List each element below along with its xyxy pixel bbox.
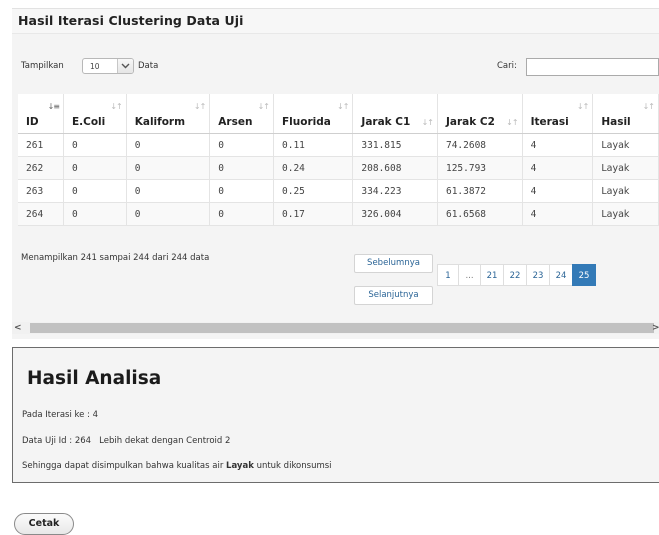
table-row: 262 0 0 0 0.24 208.608 125.793 4 Layak	[18, 156, 659, 180]
cell-kaliform: 0	[126, 179, 211, 203]
cell-ecoli: 0	[63, 202, 127, 226]
sort-icon: ↓↑	[257, 102, 270, 111]
cell-hasil: Layak	[592, 156, 659, 180]
cell-id: 264	[18, 202, 64, 226]
cell-jarak-c2: 125.793	[437, 156, 523, 180]
cell-fluorida: 0.25	[273, 179, 354, 203]
panel-title: Hasil Iterasi Clustering Data Uji	[18, 13, 244, 28]
cell-iterasi: 4	[522, 133, 594, 157]
analysis-title: Hasil Analisa	[27, 368, 162, 389]
sort-icon: ↓↑	[337, 102, 349, 111]
cell-kaliform: 0	[126, 156, 211, 180]
next-page-button[interactable]: Selanjutnya	[354, 286, 433, 305]
cell-ecoli: 0	[63, 133, 127, 157]
cell-arsen: 0	[209, 133, 274, 157]
cell-jarak-c2: 61.3872	[437, 179, 523, 203]
cell-jarak-c2: 74.2608	[437, 133, 523, 157]
table-row: 263 0 0 0 0.25 334.223 61.3872 4 Layak	[18, 179, 659, 203]
cell-iterasi: 4	[522, 156, 594, 180]
cell-jarak-c2: 61.6568	[437, 202, 523, 226]
cell-hasil: Layak	[592, 133, 659, 157]
sort-icon: ↓↑	[506, 118, 518, 127]
chevron-down-icon[interactable]	[117, 59, 133, 73]
scroll-right-icon[interactable]: >	[652, 322, 659, 334]
page-button-24[interactable]: 24	[549, 264, 573, 286]
cell-arsen: 0	[209, 202, 274, 226]
column-header-hasil[interactable]: ↓↑ Hasil	[592, 94, 659, 134]
show-entries-suffix: Data	[138, 61, 159, 71]
page-button-21[interactable]: 21	[480, 264, 504, 286]
table-row: 261 0 0 0 0.11 331.815 74.2608 4 Layak	[18, 133, 659, 157]
data-id-line: Data Uji Id : 264 Lebih dekat dengan Cen…	[22, 436, 230, 446]
page-button-25[interactable]: 25	[572, 264, 596, 286]
cell-hasil: Layak	[592, 202, 659, 226]
column-header-iterasi[interactable]: ↓↑ Iterasi	[522, 94, 594, 134]
page-button-1[interactable]: 1	[437, 264, 459, 286]
sort-icon: ↓↑	[642, 102, 655, 111]
conclusion-line: Sehingga dapat disimpulkan bahwa kualita…	[22, 461, 332, 471]
search-input[interactable]	[526, 58, 659, 76]
cell-id: 262	[18, 156, 64, 180]
cell-hasil: Layak	[592, 179, 659, 203]
sort-icon: ↓↑	[421, 118, 434, 127]
previous-page-button[interactable]: Sebelumnya	[354, 254, 433, 273]
page-button-22[interactable]: 22	[503, 264, 527, 286]
cell-fluorida: 0.17	[273, 202, 354, 226]
column-header-kaliform[interactable]: ↓↑ Kaliform	[126, 94, 211, 134]
centroid-text: Lebih dekat dengan Centroid 2	[99, 436, 231, 446]
page-button-23[interactable]: 23	[526, 264, 550, 286]
sort-icon: ↓↑	[110, 102, 122, 111]
scrollbar-thumb[interactable]	[30, 323, 654, 333]
table-header-row: ↓≡ ID ↓↑ E.Coli ↓↑ Kaliform ↓↑ Arsen ↓↑ Fluor…	[18, 94, 659, 134]
cell-iterasi: 4	[522, 202, 594, 226]
pagination: 1 ... 21 22 23 24 25	[437, 264, 596, 286]
cell-jarak-c1: 334.223	[352, 179, 438, 203]
cell-arsen: 0	[209, 179, 274, 203]
cell-arsen: 0	[209, 156, 274, 180]
data-table: ↓≡ ID ↓↑ E.Coli ↓↑ Kaliform ↓↑ Arsen ↓↑ Fluor…	[18, 94, 659, 226]
analysis-panel: Hasil Analisa Pada Iterasi ke : 4 Data U…	[12, 347, 659, 483]
cell-fluorida: 0.11	[273, 133, 354, 157]
cell-jarak-c1: 331.815	[352, 133, 438, 157]
cell-ecoli: 0	[63, 179, 127, 203]
cell-fluorida: 0.24	[273, 156, 354, 180]
show-entries-label: Tampilkan	[21, 61, 64, 71]
cell-kaliform: 0	[126, 202, 211, 226]
column-header-fluorida[interactable]: ↓↑ Fluorida	[273, 94, 354, 134]
iteration-line: Pada Iterasi ke : 4	[22, 410, 99, 420]
table-row: 264 0 0 0 0.17 326.004 61.6568 4 Layak	[18, 202, 659, 226]
conclusion-result: Layak	[226, 461, 254, 471]
column-header-jarak-c2[interactable]: ↓↑ Jarak C2	[437, 94, 523, 134]
cell-ecoli: 0	[63, 156, 127, 180]
print-button[interactable]: Cetak	[14, 513, 74, 535]
cell-id: 261	[18, 133, 64, 157]
page-ellipsis: ...	[458, 264, 481, 286]
conclusion-text: Sehingga dapat disimpulkan bahwa kualita…	[22, 461, 224, 471]
sort-icon: ↓↑	[576, 102, 589, 111]
cell-kaliform: 0	[126, 133, 211, 157]
cell-iterasi: 4	[522, 179, 594, 203]
page-length-select[interactable]: 10	[82, 58, 134, 74]
scroll-left-icon[interactable]: <	[14, 322, 22, 334]
column-header-id[interactable]: ↓≡ ID	[18, 94, 64, 134]
page-length-value: 10	[90, 62, 100, 71]
sort-icon: ↓↑	[193, 102, 206, 111]
search-label: Cari:	[497, 61, 517, 71]
cell-jarak-c1: 208.608	[352, 156, 438, 180]
pagination-info: Menampilkan 241 sampai 244 dari 244 data	[21, 253, 210, 263]
conclusion-suffix: untuk dikonsumsi	[256, 461, 332, 471]
horizontal-scrollbar[interactable]: < >	[12, 322, 659, 334]
data-id-text: Data Uji Id : 264	[22, 436, 92, 446]
cell-id: 263	[18, 179, 64, 203]
sort-asc-icon: ↓≡	[47, 102, 60, 111]
column-header-arsen[interactable]: ↓↑ Arsen	[209, 94, 274, 134]
column-header-ecoli[interactable]: ↓↑ E.Coli	[63, 94, 127, 134]
column-header-jarak-c1[interactable]: ↓↑ Jarak C1	[352, 94, 438, 134]
cell-jarak-c1: 326.004	[352, 202, 438, 226]
